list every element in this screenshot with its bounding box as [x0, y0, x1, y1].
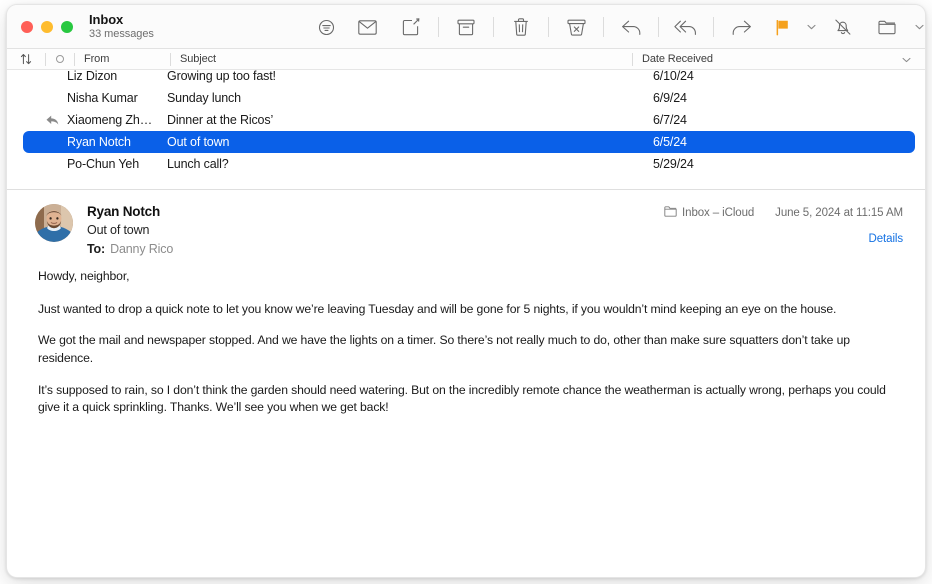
row-from: Po-Chun Yeh: [67, 157, 140, 171]
flag-chevron-down-icon[interactable]: [801, 12, 821, 42]
toolbar-divider: [493, 17, 494, 37]
message-subject: Out of town: [87, 222, 150, 237]
unread-status-column-header[interactable]: [46, 55, 74, 63]
row-subject: Lunch call?: [167, 157, 229, 171]
table-row[interactable]: Xiaomeng Zh… Dinner at the Ricos’ 6/7/24: [7, 109, 925, 131]
row-date: [633, 179, 925, 189]
table-row-selected[interactable]: Ryan Notch Out of town 6/5/24: [7, 131, 925, 153]
column-sort-chevron-down-icon[interactable]: [902, 54, 911, 66]
row-subject: Growing up too fast!: [167, 70, 276, 83]
message-body: Howdy, neighbor, Just wanted to drop a q…: [7, 268, 925, 417]
archive-icon[interactable]: [444, 12, 488, 42]
row-from: Nisha Kumar: [67, 91, 138, 105]
row-date: 6/7/24: [653, 113, 687, 127]
message-timestamp: June 5, 2024 at 11:15 AM: [775, 207, 903, 219]
reply-all-icon[interactable]: [664, 12, 708, 42]
sender-name: Ryan Notch: [87, 204, 161, 219]
recipient-row: To: Danny Rico: [87, 242, 173, 258]
toolbar: Inbox 33 messages: [7, 5, 925, 49]
mail-window: Inbox 33 messages From Subject Date Rece…: [6, 4, 926, 578]
column-header-date-label: Date Received: [642, 53, 713, 65]
row-subject: Dinner at the Ricos’: [167, 113, 274, 127]
toolbar-buttons: [307, 5, 925, 49]
close-button[interactable]: [21, 20, 33, 33]
details-link[interactable]: Details: [664, 233, 904, 245]
junk-icon[interactable]: [554, 12, 598, 42]
forward-icon[interactable]: [719, 12, 763, 42]
message-list[interactable]: Liz Dizon Growing up too fast! 6/10/24 N…: [7, 70, 925, 190]
mailbox-and-date: Inbox – iCloud June 5, 2024 at 11:15 AM: [664, 206, 903, 220]
mark-unread-icon[interactable]: [345, 12, 389, 42]
table-row[interactable]: Po-Chun Yeh Lunch call? 5/29/24: [7, 153, 925, 175]
delete-icon[interactable]: [499, 12, 543, 42]
row-date: 6/5/24: [653, 135, 687, 149]
table-row[interactable]: Nisha Kumar Sunday lunch 6/9/24: [7, 87, 925, 109]
reply-icon[interactable]: [609, 12, 653, 42]
message-meta: Inbox – iCloud June 5, 2024 at 11:15 AM …: [664, 206, 903, 245]
compose-icon[interactable]: [389, 12, 433, 42]
sender-block: Ryan Notch Out of town To: Danny Rico: [35, 204, 173, 257]
column-header-date[interactable]: Date Received: [633, 53, 925, 65]
minimize-button[interactable]: [41, 20, 53, 33]
move-folder-icon[interactable]: [865, 12, 909, 42]
toolbar-divider: [438, 17, 439, 37]
toolbar-divider: [548, 17, 549, 37]
row-date: 6/10/24: [653, 70, 694, 83]
unread-dot-icon: [56, 55, 64, 63]
toolbar-divider: [713, 17, 714, 37]
folder-icon: [664, 206, 677, 220]
body-paragraph: Howdy, neighbor,: [38, 269, 130, 283]
row-subject: [167, 179, 633, 189]
sender-info: Ryan Notch Out of town To: Danny Rico: [87, 204, 173, 257]
filter-icon[interactable]: [307, 12, 345, 42]
flag-icon[interactable]: [763, 12, 801, 42]
move-chevron-down-icon[interactable]: [909, 12, 925, 42]
avatar[interactable]: [35, 204, 73, 242]
row-subject: Sunday lunch: [167, 91, 241, 105]
to-value[interactable]: Danny Rico: [110, 242, 173, 256]
zoom-button[interactable]: [61, 20, 73, 33]
window-title-block: Inbox 33 messages: [85, 11, 154, 41]
row-date: 6/9/24: [653, 91, 687, 105]
to-label: To:: [87, 241, 106, 256]
sort-icon[interactable]: [7, 53, 45, 65]
row-from: Xiaomeng Zh…: [67, 113, 153, 127]
body-paragraph: It’s supposed to rain, so I don’t think …: [38, 382, 886, 415]
message-count: 33 messages: [89, 28, 154, 41]
row-from: Liz Dizon: [67, 70, 118, 83]
row-subject: Out of town: [167, 135, 230, 149]
column-header-subject[interactable]: Subject: [171, 53, 632, 65]
mute-icon[interactable]: [821, 12, 865, 42]
row-from: Ryan Notch: [67, 135, 131, 149]
traffic-lights: [7, 20, 85, 33]
window-title: Inbox: [89, 11, 124, 27]
replied-arrow-icon: [7, 115, 67, 126]
table-row-partial[interactable]: [7, 175, 925, 189]
body-paragraph: Just wanted to drop a quick note to let …: [38, 301, 837, 316]
list-column-header: From Subject Date Received: [7, 49, 925, 70]
mailbox-label: Inbox – iCloud: [682, 207, 755, 219]
table-row[interactable]: Liz Dizon Growing up too fast! 6/10/24: [7, 70, 925, 87]
toolbar-divider: [658, 17, 659, 37]
message-header: Ryan Notch Out of town To: Danny Rico Inb…: [7, 190, 925, 268]
toolbar-divider: [603, 17, 604, 37]
mailbox-badge[interactable]: Inbox – iCloud: [664, 206, 754, 220]
body-paragraph: We got the mail and newspaper stopped. A…: [38, 333, 850, 366]
row-from: [67, 179, 167, 189]
row-date: 5/29/24: [653, 157, 694, 171]
column-header-from[interactable]: From: [75, 53, 170, 65]
